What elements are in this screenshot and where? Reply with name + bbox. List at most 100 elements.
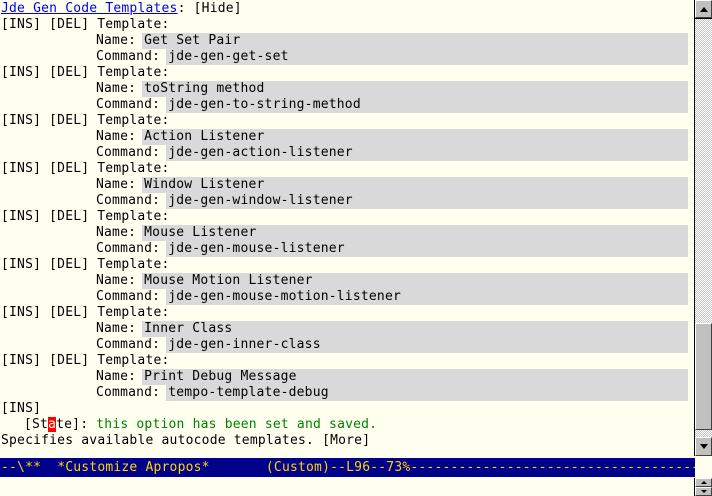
command-label: Command: bbox=[96, 385, 160, 401]
template-entry: [INS][DEL]Template:Name:Print Debug Mess… bbox=[1, 353, 694, 401]
state-button[interactable]: [State]: bbox=[24, 417, 96, 433]
ins-button[interactable]: [INS] bbox=[1, 161, 41, 177]
name-field[interactable]: Mouse Listener bbox=[142, 225, 688, 241]
template-entry: [INS] [DEL] Template:Name: Inner ClassComma… bbox=[1, 305, 694, 353]
del-button[interactable]: [DEL] bbox=[49, 65, 89, 81]
template-label: Template: bbox=[97, 257, 169, 273]
template-label: Template: bbox=[97, 305, 169, 321]
doc-text: Specifies available autocode templates. bbox=[1, 433, 322, 449]
del-button[interactable]: [DEL] bbox=[49, 257, 89, 273]
text-cursor: a bbox=[48, 417, 56, 432]
modeline-flags: --\** bbox=[1, 460, 57, 476]
name-row: Name: Action Listener bbox=[1, 129, 694, 145]
template-header-row: [INS] [DEL] Template: bbox=[1, 257, 694, 273]
name-field[interactable]: Inner Class bbox=[142, 321, 688, 337]
ins-button[interactable]: [INS] bbox=[1, 65, 41, 81]
vertical-scrollbar[interactable] bbox=[694, 0, 712, 456]
del-button[interactable]: [DEL] bbox=[49, 17, 89, 33]
template-label: Template: bbox=[97, 17, 169, 33]
del-button[interactable]: [DEL] bbox=[49, 353, 89, 369]
command-field[interactable]: jde-gen-get-set bbox=[166, 49, 688, 65]
state-message: this option has been set and saved. bbox=[96, 417, 377, 433]
state-button-suffix: te]: bbox=[56, 417, 96, 432]
arrow-up-icon bbox=[700, 7, 708, 12]
template-header-row: [INS] [DEL] Template: bbox=[1, 161, 694, 177]
emacs-frame: Jde Gen Code Templates: [Hide] [INS] [DEL… bbox=[0, 0, 712, 496]
arrow-down-icon bbox=[700, 444, 708, 449]
command-field[interactable]: jde-gen-mouse-listener bbox=[166, 241, 688, 257]
doc-line: Specifies available autocode templates. … bbox=[1, 433, 694, 449]
scrollbar-thumb[interactable] bbox=[695, 323, 712, 430]
name-field[interactable]: Print Debug Message bbox=[142, 369, 688, 385]
template-list: [INS][DEL]Template:Name:Get Set PairComm… bbox=[1, 17, 694, 401]
command-label: Command: bbox=[96, 145, 160, 161]
customize-buffer: Jde Gen Code Templates: [Hide] [INS] [DEL… bbox=[1, 1, 694, 449]
command-row: Command:jde-gen-mouse-listener bbox=[1, 241, 694, 257]
template-entry: [INS] [DEL] Template:Name: Window ListenerC… bbox=[1, 161, 694, 209]
template-header-row: [INS] [DEL] Template: bbox=[1, 17, 694, 33]
command-row: Command: jde-gen-get-set bbox=[1, 49, 694, 65]
name-field[interactable]: toString method bbox=[142, 81, 688, 97]
ins-button[interactable]: [INS] bbox=[1, 305, 41, 321]
name-row: Name:Print Debug Message bbox=[1, 369, 694, 385]
command-field[interactable]: tempo-template-debug bbox=[166, 385, 688, 401]
ins-button[interactable]: [INS] bbox=[1, 209, 41, 225]
command-field[interactable]: jde-gen-mouse-motion-listener bbox=[166, 289, 688, 305]
ins-button[interactable]: [INS] bbox=[1, 257, 41, 273]
command-label: Command: bbox=[96, 49, 160, 65]
command-field[interactable]: jde-gen-to-string-method bbox=[166, 97, 688, 113]
name-label: Name: bbox=[96, 129, 136, 145]
del-button[interactable]: [DEL] bbox=[49, 209, 89, 225]
del-button[interactable]: [DEL] bbox=[49, 161, 89, 177]
name-row: Name: Get Set Pair bbox=[1, 33, 694, 49]
name-label: Name: bbox=[96, 177, 136, 193]
more-button[interactable]: [More] bbox=[322, 433, 370, 449]
name-label: Name: bbox=[96, 33, 136, 49]
command-label: Command: bbox=[96, 289, 160, 305]
template-label: Template: bbox=[97, 209, 169, 225]
template-entry: [INS] [DEL] Template:Name: Get Set PairComm… bbox=[1, 17, 694, 65]
del-button[interactable]: [DEL] bbox=[49, 305, 89, 321]
template-header-row: [INS] [DEL] Template: bbox=[1, 305, 694, 321]
name-field[interactable]: Action Listener bbox=[142, 129, 688, 145]
name-field[interactable]: Get Set Pair bbox=[142, 33, 688, 49]
name-field[interactable]: Window Listener bbox=[142, 177, 688, 193]
modeline-buffer-name: *Customize Apropos* bbox=[57, 460, 210, 476]
command-field[interactable]: jde-gen-window-listener bbox=[166, 193, 688, 209]
mode-line: --\** *Customize Apropos* (Custom)--L96-… bbox=[0, 458, 695, 477]
command-field[interactable]: jde-gen-inner-class bbox=[166, 337, 688, 353]
template-entry: [INS] [DEL] Template:Name:Mouse ListenerCo… bbox=[1, 209, 694, 257]
header-line: Jde Gen Code Templates: [Hide] bbox=[1, 1, 694, 17]
command-label: Command: bbox=[96, 193, 160, 209]
command-field[interactable]: jde-gen-action-listener bbox=[166, 145, 688, 161]
command-row: Command:jde-gen-inner-class bbox=[1, 337, 694, 353]
template-header-row: [INS] [DEL] Template: bbox=[1, 209, 694, 225]
template-header-row: [INS] [DEL] Template: bbox=[1, 113, 694, 129]
command-row: Command: jde-gen-mouse-motion-listener bbox=[1, 289, 694, 305]
command-row: Command: jde-gen-action-listener bbox=[1, 145, 694, 161]
command-row: Command: jde-gen-window-listener bbox=[1, 193, 694, 209]
template-label: Template: bbox=[97, 113, 169, 129]
minibuffer-scroll-down-button[interactable] bbox=[695, 487, 712, 496]
template-label: Template: bbox=[97, 65, 169, 81]
template-label: Template: bbox=[97, 161, 169, 177]
name-row: Name:Mouse Listener bbox=[1, 225, 694, 241]
scroll-up-button[interactable] bbox=[695, 0, 712, 18]
ins-button[interactable]: [INS] bbox=[1, 353, 41, 369]
insert-button[interactable]: [INS] bbox=[1, 401, 41, 417]
minibuffer-scrollbar[interactable] bbox=[694, 478, 712, 496]
hide-button[interactable]: [Hide] bbox=[194, 1, 242, 17]
ins-button[interactable]: [INS] bbox=[1, 113, 41, 129]
header-separator: : bbox=[178, 1, 194, 17]
minibuffer-scroll-up-button[interactable] bbox=[695, 478, 712, 487]
scroll-down-button[interactable] bbox=[695, 437, 712, 456]
del-button[interactable]: [DEL] bbox=[49, 113, 89, 129]
ins-button[interactable]: [INS] bbox=[1, 17, 41, 33]
minibuffer[interactable] bbox=[0, 477, 694, 496]
template-entry: [INS][DEL]Template:Name:Mouse Motion Lis… bbox=[1, 257, 694, 305]
template-header-row: [INS][DEL]Template: bbox=[1, 353, 694, 369]
group-title-link[interactable]: Jde Gen Code Templates bbox=[1, 1, 178, 17]
name-field[interactable]: Mouse Motion Listener bbox=[142, 273, 688, 289]
name-label: Name: bbox=[96, 321, 136, 337]
command-label: Command: bbox=[96, 97, 160, 113]
